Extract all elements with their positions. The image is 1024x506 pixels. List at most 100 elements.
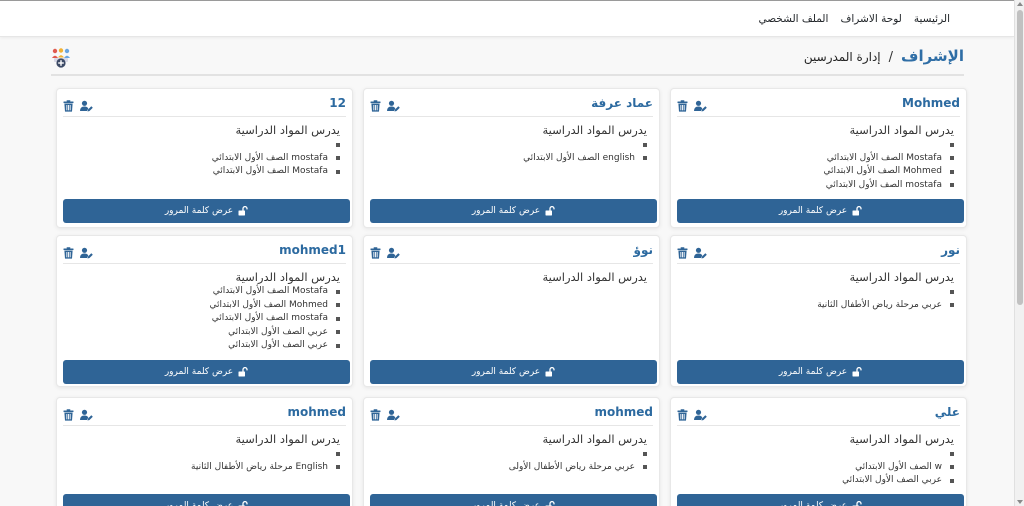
nav-dashboard-link[interactable]: لوحة الاشراف [840, 13, 901, 25]
teacher-card-header: علي [677, 398, 960, 426]
unlock-icon [545, 205, 555, 216]
teacher-card: عماد عرفة يدرس المواد الدراسية english الص… [363, 88, 660, 228]
user-edit-icon[interactable] [694, 97, 707, 112]
subjects-title: يدرس المواد الدراسية [235, 123, 341, 137]
user-edit-icon[interactable] [694, 406, 707, 421]
breadcrumb-separator: / [888, 50, 894, 65]
teacher-name: mohmed [287, 405, 346, 419]
subjects-title: يدرس المواد الدراسية [235, 270, 341, 284]
trash-icon[interactable] [370, 244, 382, 259]
teacher-name: عماد عرفة [591, 96, 653, 110]
trash-icon[interactable] [370, 97, 382, 112]
page-scrollbar[interactable] [1014, 0, 1024, 506]
teacher-card: mohmed1 يدرس المواد الدراسية Mostafa الصف … [56, 235, 353, 387]
teacher-actions [677, 244, 707, 259]
show-password-button[interactable]: عرض كلمة المرور [63, 199, 350, 223]
teacher-actions [63, 244, 93, 259]
subject-item [212, 138, 340, 152]
trash-icon[interactable] [63, 97, 75, 112]
show-password-label: عرض كلمة المرور [471, 367, 541, 377]
show-password-button[interactable]: عرض كلمة المرور [677, 494, 964, 506]
subject-item: عربي مرحلة رياض الأطفال الأولى [509, 461, 647, 475]
trash-icon[interactable] [63, 406, 75, 421]
teacher-card-header: Mohmed [677, 89, 960, 117]
user-edit-icon[interactable] [694, 244, 707, 259]
unlock-icon [238, 205, 248, 216]
teacher-card-header: عماد عرفة [370, 89, 653, 117]
subject-item: English مرحلة رياض الأطفال الثانية [191, 461, 340, 475]
teacher-name: نور [941, 243, 960, 257]
subject-item: Mostafa الصف الأول الابتدائي [212, 165, 340, 179]
trash-icon[interactable] [677, 97, 689, 112]
user-edit-icon[interactable] [80, 244, 93, 259]
subject-item [191, 447, 340, 461]
scrollbar-thumb[interactable] [1017, 10, 1023, 305]
teacher-name: نوؤ [633, 243, 654, 257]
header-divider [51, 74, 964, 76]
unlock-icon [852, 366, 862, 377]
user-edit-icon[interactable] [387, 244, 400, 259]
subject-item [842, 447, 954, 461]
show-password-label: عرض كلمة المرور [778, 367, 848, 377]
show-password-button[interactable]: عرض كلمة المرور [370, 199, 657, 223]
trash-icon[interactable] [677, 406, 689, 421]
user-edit-icon[interactable] [387, 97, 400, 112]
teacher-name: Mohmed [902, 96, 960, 110]
teacher-card: mohmed يدرس المواد الدراسية English مرحلة … [56, 397, 353, 506]
subjects-list: Mostafa الصف الأول الابتدائي Mohmed الصف … [209, 285, 340, 353]
show-password-button[interactable]: عرض كلمة المرور [677, 360, 964, 384]
show-password-label: عرض كلمة المرور [471, 206, 541, 216]
subject-item [823, 138, 954, 152]
show-password-label: عرض كلمة المرور [164, 501, 234, 506]
trash-icon[interactable] [370, 406, 382, 421]
show-password-button[interactable]: عرض كلمة المرور [370, 360, 657, 384]
teacher-actions [370, 244, 400, 259]
scroll-up-arrow-icon[interactable] [1017, 2, 1023, 6]
subject-item: عربي الصف الأول الابتدائي [209, 326, 340, 340]
show-password-label: عرض كلمة المرور [778, 501, 848, 506]
trash-icon[interactable] [63, 244, 75, 259]
teacher-card: 12 يدرس المواد الدراسية mostafa الصف الأول… [56, 88, 353, 228]
nav-profile-link[interactable]: الملف الشخصي [758, 13, 828, 25]
teacher-name: mohmed1 [279, 243, 346, 257]
user-edit-icon[interactable] [80, 406, 93, 421]
subjects-list: عربي مرحلة رياض الأطفال الثانية [817, 285, 954, 312]
user-edit-icon[interactable] [80, 97, 93, 112]
subjects-list: English مرحلة رياض الأطفال الثانية [191, 447, 340, 474]
nav-home-link[interactable]: الرئيسية [914, 13, 950, 25]
teacher-actions [677, 406, 707, 421]
subject-item [523, 138, 647, 152]
scroll-down-arrow-icon[interactable] [1017, 500, 1023, 504]
teacher-actions [63, 97, 93, 112]
trash-icon[interactable] [677, 244, 689, 259]
teacher-actions [677, 97, 707, 112]
breadcrumb-root[interactable]: الإشراف [901, 47, 964, 65]
teacher-actions [370, 97, 400, 112]
teacher-card-header: 12 [63, 89, 346, 117]
top-navbar: الرئيسية لوحة الاشراف الملف الشخصي [0, 0, 1014, 37]
show-password-label: عرض كلمة المرور [164, 206, 234, 216]
subjects-list: mostafa الصف الأول الابتدائي Mostafa الصف… [212, 138, 340, 179]
subjects-list: english الصف الأول الابتدائي [523, 138, 647, 165]
subjects-title: يدرس المواد الدراسية [849, 270, 955, 284]
subjects-title: يدرس المواد الدراسية [542, 123, 648, 137]
add-teacher-icon[interactable] [51, 47, 73, 69]
show-password-button[interactable]: عرض كلمة المرور [63, 494, 350, 506]
show-password-button[interactable]: عرض كلمة المرور [677, 199, 964, 223]
subject-item: Mohmed الصف الأول الابتدائي [823, 165, 954, 179]
teacher-name: 12 [329, 96, 346, 110]
subjects-list: عربي مرحلة رياض الأطفال الأولى [509, 447, 647, 474]
teacher-actions [63, 406, 93, 421]
unlock-icon [545, 500, 555, 506]
unlock-icon [545, 366, 555, 377]
subjects-title: يدرس المواد الدراسية [542, 432, 648, 446]
user-edit-icon[interactable] [387, 406, 400, 421]
subjects-list: Mostafa الصف الأول الابتدائي Mohmed الصف … [823, 138, 954, 192]
subjects-title: يدرس المواد الدراسية [235, 432, 341, 446]
show-password-button[interactable]: عرض كلمة المرور [370, 494, 657, 506]
teacher-card-header: mohmed [370, 398, 653, 426]
show-password-button[interactable]: عرض كلمة المرور [63, 360, 350, 384]
teacher-name: mohmed [594, 405, 653, 419]
teacher-card: mohmed يدرس المواد الدراسية عربي مرحلة ريا… [363, 397, 660, 506]
unlock-icon [238, 366, 248, 377]
